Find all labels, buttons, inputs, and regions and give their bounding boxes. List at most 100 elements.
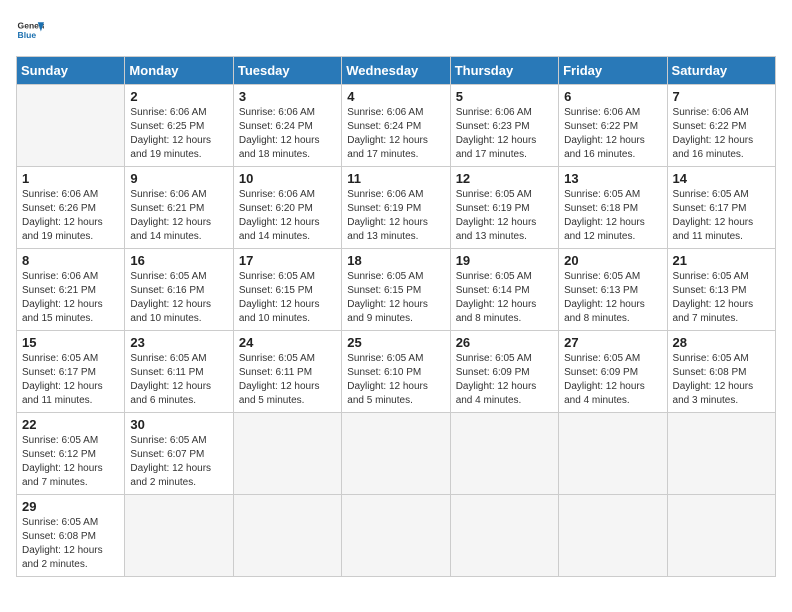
day-number: 12 bbox=[456, 171, 553, 186]
calendar-cell bbox=[559, 495, 667, 577]
day-number: 24 bbox=[239, 335, 336, 350]
calendar-cell: 13Sunrise: 6:05 AM Sunset: 6:18 PM Dayli… bbox=[559, 167, 667, 249]
calendar-cell: 18 Sunrise: 6:05 AM Sunset: 6:15 PM Dayli… bbox=[342, 249, 450, 331]
calendar-table: SundayMondayTuesdayWednesdayThursdayFrid… bbox=[16, 56, 776, 577]
logo-icon: General Blue bbox=[16, 16, 44, 44]
week-row-2: 1Sunrise: 6:06 AM Sunset: 6:26 PM Daylig… bbox=[17, 167, 776, 249]
day-info: Sunrise: 6:06 AM Sunset: 6:24 PM Dayligh… bbox=[239, 106, 336, 162]
day-info: Sunrise: 6:05 AM Sunset: 6:07 PM Dayligh… bbox=[130, 434, 227, 490]
day-info: Sunrise: 6:05 AM Sunset: 6:15 PM Dayligh… bbox=[239, 270, 336, 326]
svg-text:Blue: Blue bbox=[18, 30, 37, 40]
day-number: 8 bbox=[22, 253, 119, 268]
day-number: 30 bbox=[130, 417, 227, 432]
day-number: 17 bbox=[239, 253, 336, 268]
calendar-cell: 15 Sunrise: 6:05 AM Sunset: 6:17 PM Dayli… bbox=[17, 331, 125, 413]
day-number: 29 bbox=[22, 499, 119, 514]
day-number: 28 bbox=[673, 335, 770, 350]
day-info: Sunrise: 6:06 AM Sunset: 6:25 PM Dayligh… bbox=[130, 106, 227, 162]
day-number: 20 bbox=[564, 253, 661, 268]
calendar-cell: 21 Sunrise: 6:05 AM Sunset: 6:13 PM Dayli… bbox=[667, 249, 775, 331]
day-number: 10 bbox=[239, 171, 336, 186]
day-number: 23 bbox=[130, 335, 227, 350]
calendar-cell: 22 Sunrise: 6:05 AM Sunset: 6:12 PM Dayli… bbox=[17, 413, 125, 495]
day-number: 5 bbox=[456, 89, 553, 104]
calendar-cell: 14 Sunrise: 6:05 AM Sunset: 6:17 PM Dayli… bbox=[667, 167, 775, 249]
day-info: Sunrise: 6:06 AM Sunset: 6:22 PM Dayligh… bbox=[673, 106, 770, 162]
day-info: Sunrise: 6:06 AM Sunset: 6:23 PM Dayligh… bbox=[456, 106, 553, 162]
day-number: 3 bbox=[239, 89, 336, 104]
col-header-monday: Monday bbox=[125, 57, 233, 85]
day-number: 21 bbox=[673, 253, 770, 268]
calendar-cell bbox=[342, 495, 450, 577]
calendar-cell: 26 Sunrise: 6:05 AM Sunset: 6:09 PM Dayli… bbox=[450, 331, 558, 413]
col-header-friday: Friday bbox=[559, 57, 667, 85]
day-number: 14 bbox=[673, 171, 770, 186]
calendar-cell: 1Sunrise: 6:06 AM Sunset: 6:26 PM Daylig… bbox=[17, 167, 125, 249]
col-header-saturday: Saturday bbox=[667, 57, 775, 85]
day-info: Sunrise: 6:06 AM Sunset: 6:26 PM Dayligh… bbox=[22, 188, 119, 244]
calendar-cell bbox=[233, 495, 341, 577]
day-info: Sunrise: 6:05 AM Sunset: 6:10 PM Dayligh… bbox=[347, 352, 444, 408]
day-info: Sunrise: 6:05 AM Sunset: 6:11 PM Dayligh… bbox=[130, 352, 227, 408]
calendar-cell: 23 Sunrise: 6:05 AM Sunset: 6:11 PM Dayli… bbox=[125, 331, 233, 413]
day-info: Sunrise: 6:06 AM Sunset: 6:20 PM Dayligh… bbox=[239, 188, 336, 244]
calendar-cell bbox=[667, 413, 775, 495]
calendar-cell: 4Sunrise: 6:06 AM Sunset: 6:24 PM Daylig… bbox=[342, 85, 450, 167]
day-number: 6 bbox=[564, 89, 661, 104]
day-info: Sunrise: 6:05 AM Sunset: 6:13 PM Dayligh… bbox=[564, 270, 661, 326]
week-row-6: 29 Sunrise: 6:05 AM Sunset: 6:08 PM Dayli… bbox=[17, 495, 776, 577]
week-row-4: 15 Sunrise: 6:05 AM Sunset: 6:17 PM Dayli… bbox=[17, 331, 776, 413]
day-number: 2 bbox=[130, 89, 227, 104]
day-info: Sunrise: 6:06 AM Sunset: 6:22 PM Dayligh… bbox=[564, 106, 661, 162]
col-header-tuesday: Tuesday bbox=[233, 57, 341, 85]
calendar-cell: 3 Sunrise: 6:06 AM Sunset: 6:24 PM Daylig… bbox=[233, 85, 341, 167]
calendar-cell bbox=[125, 495, 233, 577]
day-number: 22 bbox=[22, 417, 119, 432]
day-info: Sunrise: 6:06 AM Sunset: 6:19 PM Dayligh… bbox=[347, 188, 444, 244]
calendar-cell: 8 Sunrise: 6:06 AM Sunset: 6:21 PM Daylig… bbox=[17, 249, 125, 331]
day-info: Sunrise: 6:05 AM Sunset: 6:11 PM Dayligh… bbox=[239, 352, 336, 408]
day-info: Sunrise: 6:06 AM Sunset: 6:21 PM Dayligh… bbox=[22, 270, 119, 326]
calendar-cell: 11 Sunrise: 6:06 AM Sunset: 6:19 PM Dayli… bbox=[342, 167, 450, 249]
week-row-5: 22 Sunrise: 6:05 AM Sunset: 6:12 PM Dayli… bbox=[17, 413, 776, 495]
calendar-cell bbox=[17, 85, 125, 167]
calendar-cell: 28Sunrise: 6:05 AM Sunset: 6:08 PM Dayli… bbox=[667, 331, 775, 413]
col-header-sunday: Sunday bbox=[17, 57, 125, 85]
page-header: General Blue bbox=[16, 16, 776, 44]
calendar-cell: 27Sunrise: 6:05 AM Sunset: 6:09 PM Dayli… bbox=[559, 331, 667, 413]
calendar-cell bbox=[667, 495, 775, 577]
day-info: Sunrise: 6:05 AM Sunset: 6:09 PM Dayligh… bbox=[564, 352, 661, 408]
day-info: Sunrise: 6:05 AM Sunset: 6:19 PM Dayligh… bbox=[456, 188, 553, 244]
calendar-cell: 9Sunrise: 6:06 AM Sunset: 6:21 PM Daylig… bbox=[125, 167, 233, 249]
day-number: 18 bbox=[347, 253, 444, 268]
calendar-cell: 10 Sunrise: 6:06 AM Sunset: 6:20 PM Dayli… bbox=[233, 167, 341, 249]
day-info: Sunrise: 6:05 AM Sunset: 6:17 PM Dayligh… bbox=[22, 352, 119, 408]
calendar-cell: 20 Sunrise: 6:05 AM Sunset: 6:13 PM Dayli… bbox=[559, 249, 667, 331]
calendar-cell: 12 Sunrise: 6:05 AM Sunset: 6:19 PM Dayli… bbox=[450, 167, 558, 249]
calendar-cell: 25 Sunrise: 6:05 AM Sunset: 6:10 PM Dayli… bbox=[342, 331, 450, 413]
calendar-cell: 29 Sunrise: 6:05 AM Sunset: 6:08 PM Dayli… bbox=[17, 495, 125, 577]
calendar-cell: 2 Sunrise: 6:06 AM Sunset: 6:25 PM Daylig… bbox=[125, 85, 233, 167]
week-row-1: 2 Sunrise: 6:06 AM Sunset: 6:25 PM Daylig… bbox=[17, 85, 776, 167]
week-row-3: 8 Sunrise: 6:06 AM Sunset: 6:21 PM Daylig… bbox=[17, 249, 776, 331]
calendar-cell bbox=[450, 413, 558, 495]
day-number: 15 bbox=[22, 335, 119, 350]
calendar-cell: 16 Sunrise: 6:05 AM Sunset: 6:16 PM Dayli… bbox=[125, 249, 233, 331]
calendar-cell: 6 Sunrise: 6:06 AM Sunset: 6:22 PM Daylig… bbox=[559, 85, 667, 167]
day-info: Sunrise: 6:05 AM Sunset: 6:09 PM Dayligh… bbox=[456, 352, 553, 408]
day-number: 16 bbox=[130, 253, 227, 268]
calendar-cell bbox=[559, 413, 667, 495]
day-info: Sunrise: 6:05 AM Sunset: 6:08 PM Dayligh… bbox=[22, 516, 119, 572]
day-number: 26 bbox=[456, 335, 553, 350]
col-header-thursday: Thursday bbox=[450, 57, 558, 85]
day-info: Sunrise: 6:05 AM Sunset: 6:17 PM Dayligh… bbox=[673, 188, 770, 244]
header-row: SundayMondayTuesdayWednesdayThursdayFrid… bbox=[17, 57, 776, 85]
calendar-cell: 7Sunrise: 6:06 AM Sunset: 6:22 PM Daylig… bbox=[667, 85, 775, 167]
day-info: Sunrise: 6:05 AM Sunset: 6:16 PM Dayligh… bbox=[130, 270, 227, 326]
day-info: Sunrise: 6:05 AM Sunset: 6:15 PM Dayligh… bbox=[347, 270, 444, 326]
day-number: 11 bbox=[347, 171, 444, 186]
day-info: Sunrise: 6:05 AM Sunset: 6:13 PM Dayligh… bbox=[673, 270, 770, 326]
day-number: 25 bbox=[347, 335, 444, 350]
day-info: Sunrise: 6:05 AM Sunset: 6:12 PM Dayligh… bbox=[22, 434, 119, 490]
calendar-cell: 17 Sunrise: 6:05 AM Sunset: 6:15 PM Dayli… bbox=[233, 249, 341, 331]
